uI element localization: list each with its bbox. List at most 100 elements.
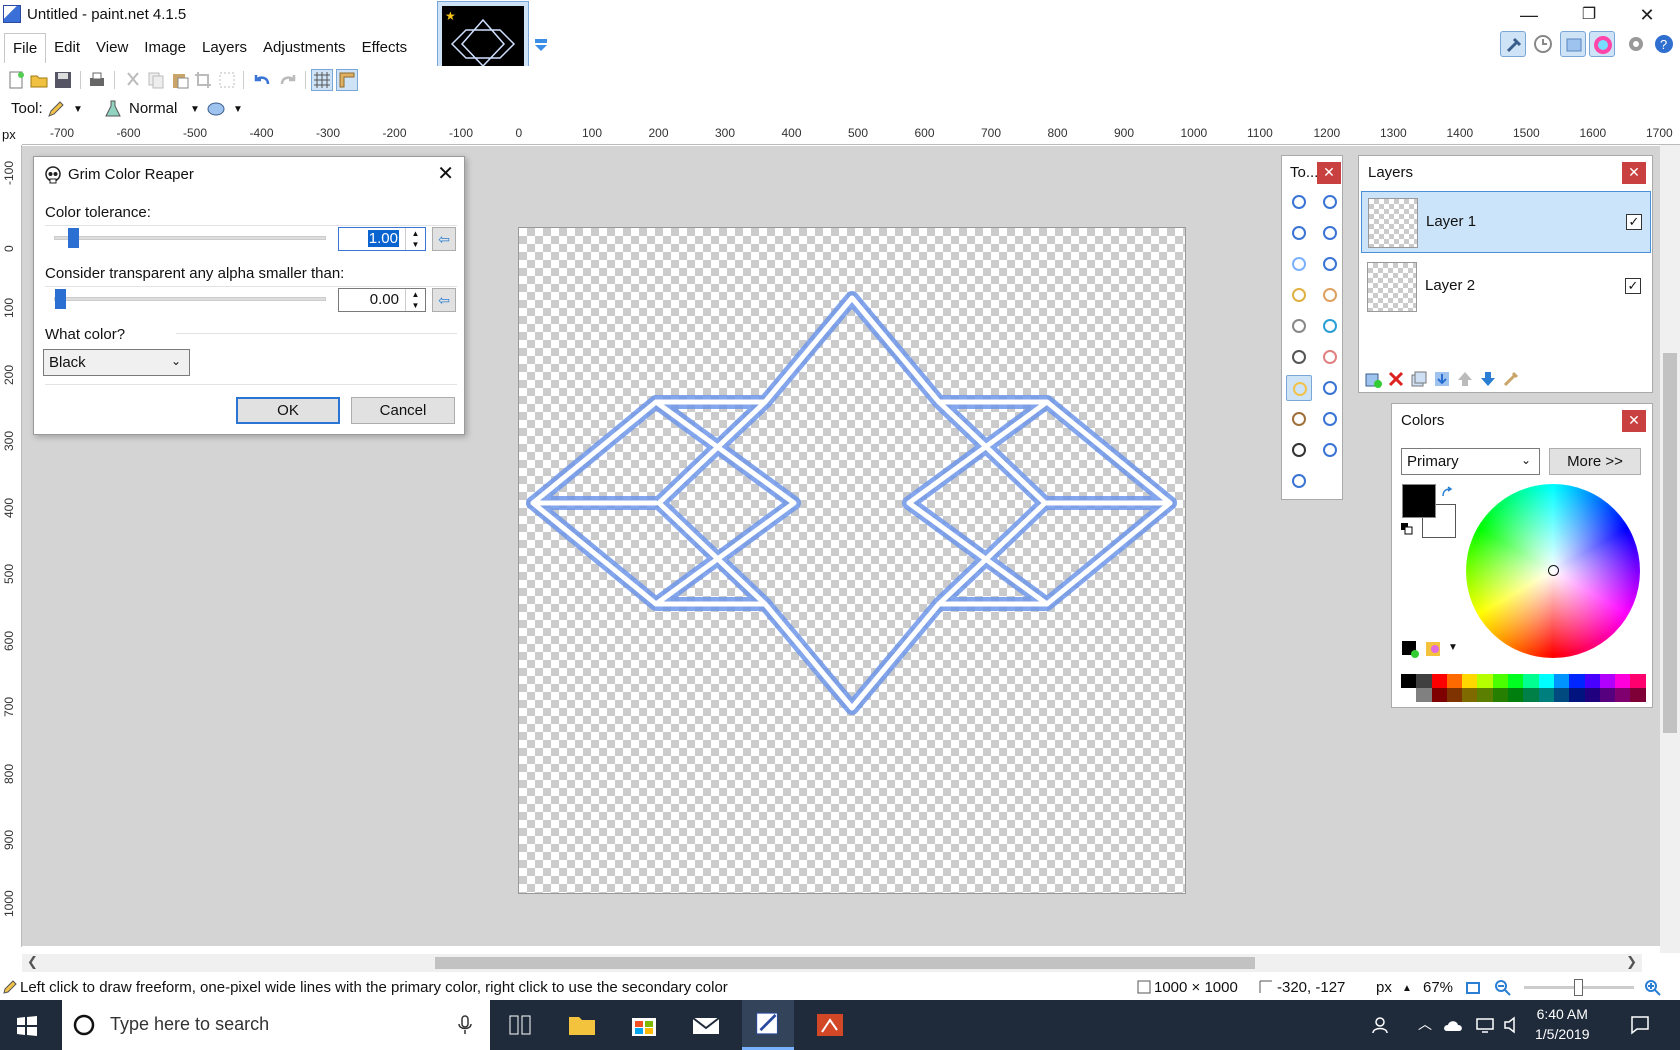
- antialiasing-icon[interactable]: [206, 99, 226, 119]
- reset-colors-icon[interactable]: [1400, 522, 1414, 536]
- maximize-button[interactable]: ❐: [1566, 0, 1612, 30]
- ok-button[interactable]: OK: [236, 397, 340, 424]
- rectangle-select-tool-icon[interactable]: [1286, 189, 1312, 215]
- color-tolerance-slider-thumb[interactable]: [68, 228, 80, 248]
- palette-swatch[interactable]: [1446, 674, 1463, 688]
- palette-swatch[interactable]: [1401, 674, 1417, 688]
- palette-swatch[interactable]: [1569, 674, 1585, 688]
- palette-swatch[interactable]: [1492, 688, 1509, 702]
- rulers-icon[interactable]: [336, 69, 358, 91]
- history-window-toggle-icon[interactable]: [1530, 31, 1556, 57]
- microphone-icon[interactable]: [457, 1014, 473, 1036]
- palette-swatch[interactable]: [1492, 674, 1509, 688]
- office-app-icon[interactable]: [804, 1000, 856, 1050]
- image-list-dropdown-icon[interactable]: [534, 38, 548, 52]
- undo-icon[interactable]: [252, 70, 272, 90]
- task-view-icon[interactable]: [494, 1000, 546, 1050]
- blend-mode-value[interactable]: Normal: [129, 100, 177, 117]
- primary-color-swatch[interactable]: [1402, 484, 1436, 518]
- color-wheel-marker[interactable]: [1548, 565, 1559, 576]
- ellipse-select-tool-icon[interactable]: [1286, 251, 1312, 277]
- help-icon[interactable]: ?: [1651, 31, 1677, 57]
- print-icon[interactable]: [87, 70, 107, 90]
- color-tolerance-reset-button[interactable]: ⇦: [432, 227, 456, 251]
- show-hidden-icons-icon[interactable]: ︿: [1418, 1014, 1432, 1034]
- layer-visibility-checkbox[interactable]: ✓: [1625, 278, 1641, 294]
- menu-edit[interactable]: Edit: [46, 33, 88, 63]
- tools-window-toggle-icon[interactable]: [1500, 31, 1526, 57]
- palette-swatch[interactable]: [1553, 674, 1570, 688]
- palette-swatch[interactable]: [1416, 674, 1432, 688]
- volume-icon[interactable]: [1503, 1016, 1523, 1034]
- menu-layers[interactable]: Layers: [194, 33, 255, 63]
- pan-tool-icon[interactable]: [1317, 282, 1343, 308]
- palette-swatch[interactable]: [1446, 688, 1463, 702]
- palette-swatch[interactable]: [1615, 688, 1631, 702]
- image-canvas[interactable]: [518, 227, 1186, 894]
- palette-swatch[interactable]: [1508, 688, 1524, 702]
- unit-selector[interactable]: px: [1376, 979, 1392, 996]
- swap-colors-icon[interactable]: [1440, 486, 1454, 500]
- palette-swatch[interactable]: [1508, 674, 1524, 688]
- move-selection-tool-icon[interactable]: [1317, 220, 1343, 246]
- tools-panel-close-button[interactable]: ✕: [1317, 162, 1341, 184]
- zoom-level[interactable]: 67%: [1423, 979, 1453, 996]
- palette-swatch[interactable]: [1523, 674, 1539, 688]
- redo-icon[interactable]: [278, 70, 298, 90]
- microsoft-store-icon[interactable]: [618, 1000, 670, 1050]
- paste-icon[interactable]: [170, 70, 190, 90]
- new-image-icon[interactable]: [6, 70, 26, 90]
- palette-swatch[interactable]: [1569, 688, 1585, 702]
- what-color-dropdown[interactable]: Black ⌄: [43, 349, 190, 376]
- color-mode-dropdown[interactable]: Primary ⌄: [1401, 448, 1540, 475]
- palette-swatch[interactable]: [1477, 688, 1493, 702]
- paintbrush-tool-icon[interactable]: [1286, 344, 1312, 370]
- file-explorer-icon[interactable]: [556, 1000, 608, 1050]
- clone-stamp-tool-icon[interactable]: [1286, 406, 1312, 432]
- move-layer-down-icon[interactable]: [1479, 370, 1497, 388]
- palette-swatch[interactable]: [1477, 674, 1493, 688]
- deselect-icon[interactable]: [217, 70, 237, 90]
- palette-swatch[interactable]: [1431, 674, 1447, 688]
- line-curve-tool-icon[interactable]: [1317, 437, 1343, 463]
- layers-panel-close-button[interactable]: ✕: [1622, 162, 1646, 184]
- palette-swatch[interactable]: [1599, 674, 1616, 688]
- add-layer-icon[interactable]: [1364, 370, 1382, 388]
- color-palette[interactable]: [1401, 674, 1647, 702]
- paint-bucket-tool-icon[interactable]: [1286, 313, 1312, 339]
- blend-mode-chevron-icon[interactable]: ▼: [190, 104, 200, 115]
- windows-start-icon[interactable]: [16, 1015, 38, 1037]
- copy-icon[interactable]: [146, 70, 166, 90]
- antialiasing-chevron-icon[interactable]: ▼: [233, 104, 243, 115]
- network-icon[interactable]: [1475, 1016, 1495, 1034]
- text-tool-icon[interactable]: [1286, 437, 1312, 463]
- palette-swatch[interactable]: [1538, 674, 1554, 688]
- zoom-tool-icon[interactable]: [1317, 251, 1343, 277]
- zoom-out-icon[interactable]: [1494, 979, 1512, 997]
- colors-window-toggle-icon[interactable]: [1589, 31, 1615, 57]
- alpha-threshold-slider-thumb[interactable]: [55, 289, 66, 309]
- add-color-to-palette-icon[interactable]: [1400, 639, 1420, 659]
- move-selected-tool-icon[interactable]: [1317, 189, 1343, 215]
- tool-dropdown-chevron-icon[interactable]: ▼: [73, 104, 83, 115]
- unit-chevron-icon[interactable]: ▲: [1402, 983, 1412, 994]
- cancel-button[interactable]: Cancel: [351, 397, 455, 424]
- mail-icon[interactable]: [680, 1000, 732, 1050]
- alpha-threshold-reset-button[interactable]: ⇦: [432, 288, 456, 312]
- palette-menu-icon[interactable]: [1423, 639, 1443, 659]
- pencil-tool-icon[interactable]: [1286, 375, 1312, 401]
- minimize-button[interactable]: —: [1506, 0, 1552, 30]
- palette-swatch[interactable]: [1462, 674, 1478, 688]
- palette-swatch[interactable]: [1615, 674, 1631, 688]
- pencil-tool-icon[interactable]: [46, 99, 66, 119]
- menu-adjustments[interactable]: Adjustments: [255, 33, 354, 63]
- gradient-tool-icon[interactable]: [1317, 313, 1343, 339]
- zoom-in-icon[interactable]: [1644, 979, 1662, 997]
- more-colors-button[interactable]: More >>: [1549, 448, 1641, 475]
- save-icon[interactable]: [53, 70, 73, 90]
- vertical-scrollbar[interactable]: [1660, 145, 1680, 953]
- vertical-scroll-thumb[interactable]: [1663, 353, 1677, 733]
- palette-swatch[interactable]: [1584, 674, 1600, 688]
- close-button[interactable]: ✕: [1624, 0, 1670, 30]
- color-picker-tool-icon[interactable]: [1317, 375, 1343, 401]
